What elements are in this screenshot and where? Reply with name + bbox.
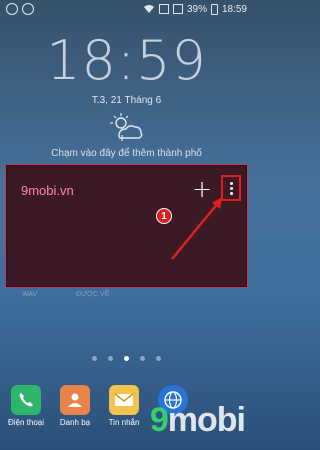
wifi-icon xyxy=(143,5,154,13)
more-dot xyxy=(229,191,233,195)
status-time: 18:59 xyxy=(221,3,247,15)
more-dot xyxy=(229,186,233,190)
messages-icon xyxy=(109,385,139,415)
notification-icons xyxy=(6,3,34,15)
status-bar: 39% 18:59 xyxy=(0,0,253,18)
step-badge: 1 xyxy=(156,208,172,224)
page-dot[interactable] xyxy=(92,356,97,361)
page-dot[interactable] xyxy=(108,356,113,361)
page-dot[interactable] xyxy=(140,356,145,361)
status-indicators: 39% 18:59 xyxy=(143,3,247,15)
dock-app-messages[interactable]: Tin nhắn xyxy=(102,385,146,427)
faded-label-left: WAV xyxy=(22,291,38,298)
faded-label-mid: ĐƯỢC VỀ xyxy=(76,291,110,298)
sim-icon xyxy=(158,4,169,14)
popup-brand: 9mobi.vn xyxy=(21,183,74,198)
dock-app-label: Danh bạ xyxy=(59,418,91,427)
weather-prompt[interactable]: Chạm vào đây để thêm thành phố xyxy=(20,147,233,160)
page-indicator xyxy=(0,356,253,361)
more-dot xyxy=(229,181,233,185)
pointer-arrow-icon xyxy=(171,197,222,260)
battery-icon xyxy=(210,3,218,15)
phone-icon xyxy=(11,385,41,415)
page-dot[interactable] xyxy=(156,356,161,361)
dock-app-contacts[interactable]: Danh bạ xyxy=(53,385,97,427)
watermark-suffix: mobi xyxy=(167,401,246,439)
photo-notification-icon xyxy=(22,3,34,15)
page-dot-active[interactable] xyxy=(124,356,129,361)
watermark-prefix: 9 xyxy=(149,401,169,439)
lockscreen-clock: 18:59 xyxy=(46,29,207,92)
settings-notification-icon xyxy=(6,3,18,15)
signal-icon xyxy=(172,4,183,14)
lockscreen-date: T.3, 21 Tháng 6 xyxy=(91,95,162,106)
dock-app-phone[interactable]: Điện thoại xyxy=(4,385,48,427)
widget-popup: 9mobi.vn + 1 xyxy=(5,164,248,288)
dock-app-label: Tin nhắn xyxy=(108,418,140,427)
weather-add-icon[interactable] xyxy=(109,112,145,142)
dock-app-label: Điện thoại xyxy=(7,418,45,427)
battery-percent: 39% xyxy=(186,3,207,15)
watermark-logo: 9mobi xyxy=(149,401,246,440)
contacts-icon xyxy=(60,385,90,415)
